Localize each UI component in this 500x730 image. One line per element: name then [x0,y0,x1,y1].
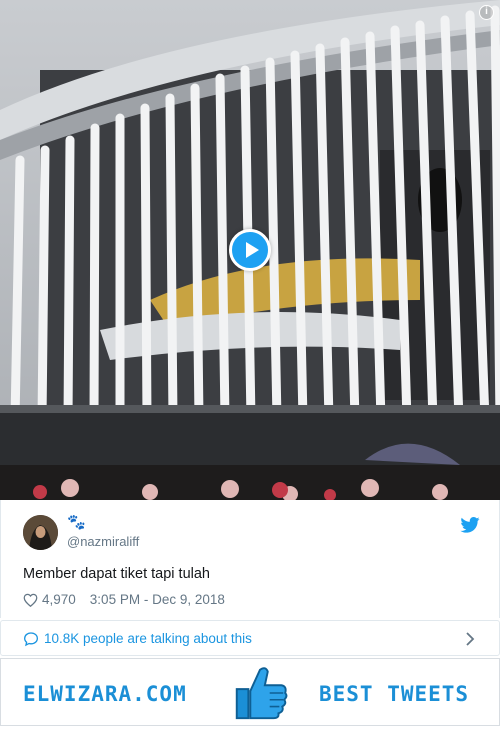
thumbs-up-icon [235,667,288,720]
user-handle[interactable]: @nazmiraliff [67,534,139,549]
play-button[interactable] [229,229,271,271]
embedded-tweet: i 🐾 @nazmiraliff Member dapat tiket tapi… [0,0,500,730]
heart-icon[interactable] [23,593,38,607]
conversation-link[interactable]: 10.8K people are talking about this [0,620,500,656]
play-icon [246,242,259,258]
speech-bubble-icon [23,632,39,647]
site-name: ELWIZARA.COM [23,682,187,706]
twitter-bird-icon[interactable] [460,517,480,533]
banner-tagline: BEST TWEETS [319,682,470,706]
avatar-image [23,515,58,550]
like-count[interactable]: 4,970 [42,592,76,607]
tweet-meta: 4,970 3:05 PM - Dec 9, 2018 [23,592,225,607]
tweet-text: Member dapat tiket tapi tulah [23,566,210,582]
site-banner: ELWIZARA.COM BEST TWEETS [0,658,500,726]
avatar[interactable] [23,515,58,550]
tweet-card[interactable]: 🐾 @nazmiraliff Member dapat tiket tapi t… [0,500,500,618]
tweet-video[interactable]: i [0,0,500,500]
conversation-text[interactable]: 10.8K people are talking about this [44,631,252,646]
chevron-right-icon [466,632,475,646]
display-name-emoji[interactable]: 🐾 [67,513,86,531]
info-icon[interactable]: i [479,5,494,20]
tweet-timestamp[interactable]: 3:05 PM - Dec 9, 2018 [90,592,225,607]
